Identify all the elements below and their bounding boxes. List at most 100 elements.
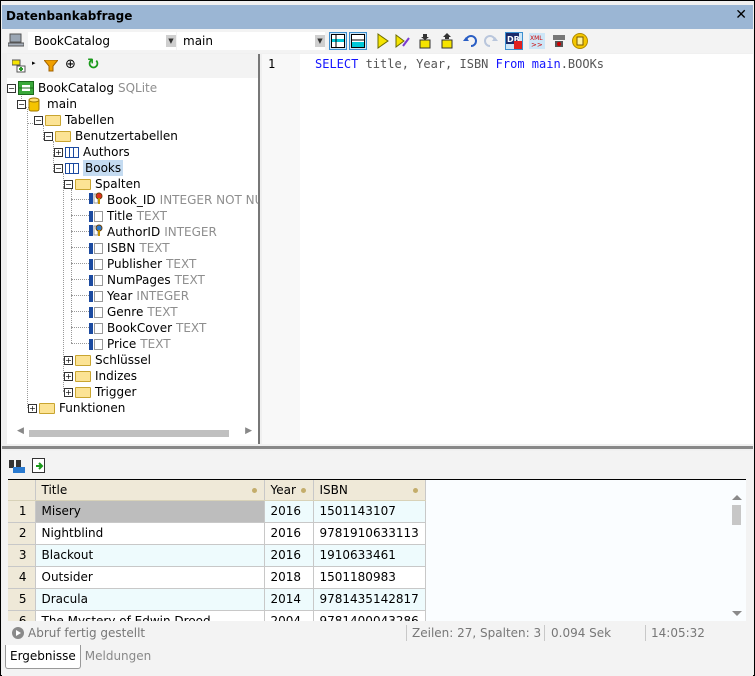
sort-indicator-icon[interactable] (412, 488, 418, 493)
tree-node-column[interactable]: AuthorID INTEGER (89, 224, 217, 240)
import-sql-button[interactable] (416, 32, 434, 50)
row-number[interactable]: 5 (8, 588, 36, 611)
pane-splitter[interactable] (2, 446, 753, 449)
tree-node-schema[interactable]: − main (17, 96, 77, 112)
connection-icon[interactable] (8, 33, 24, 47)
collapse-icon[interactable]: − (17, 99, 26, 109)
tree-node-user-tables[interactable]: − Benutzertabellen (44, 128, 178, 144)
cell-isbn[interactable]: 1501180983 (313, 566, 426, 589)
close-icon[interactable]: ✕ (735, 7, 747, 23)
filter-icon[interactable] (44, 60, 58, 72)
chevron-down-icon[interactable]: ▼ (166, 35, 176, 47)
redo-button[interactable] (482, 32, 500, 50)
scroll-right-icon[interactable]: ▶ (245, 426, 252, 436)
tree-node-columns-folder[interactable]: − Spalten (64, 176, 141, 192)
cell-year[interactable]: 2004 (264, 610, 314, 621)
tree-node-column[interactable]: ISBN TEXT (89, 240, 170, 256)
chevron-down-icon[interactable]: ▼ (315, 35, 325, 47)
collapse-icon[interactable]: − (7, 83, 16, 93)
scroll-down-icon[interactable] (732, 611, 742, 616)
find-icon[interactable] (8, 458, 26, 474)
tree-node-triggers-folder[interactable]: + Trigger (64, 384, 136, 400)
column-header-year[interactable]: Year (264, 480, 314, 501)
column-header-title[interactable]: Title (35, 480, 265, 501)
tree-node-column[interactable]: Book_IDINTEGER NOT NULL (89, 192, 258, 208)
cell-year[interactable]: 2018 (264, 566, 314, 589)
sort-indicator-icon[interactable] (251, 488, 257, 493)
tree-node-column[interactable]: BookCover TEXT (89, 320, 206, 336)
tree-node-column[interactable]: Publisher TEXT (89, 256, 196, 272)
xml-button[interactable]: XML >> (528, 32, 546, 50)
tree-node-column[interactable]: Year INTEGER (89, 288, 189, 304)
expand-icon[interactable]: + (54, 147, 63, 157)
expand-icon[interactable]: + (64, 355, 73, 365)
collapse-icon[interactable]: − (54, 163, 63, 173)
tree-horizontal-scrollbar[interactable]: ◀ ▶ (17, 426, 252, 438)
tree-node-tables-folder[interactable]: − Tabellen (34, 112, 114, 128)
expand-icon[interactable]: + (64, 371, 73, 381)
tree-node-table-books[interactable]: − Books (54, 160, 124, 176)
row-number[interactable]: 1 (8, 500, 36, 523)
collapse-icon[interactable]: − (64, 179, 73, 189)
table-row[interactable]: 3 Blackout 2016 1910633461 (8, 544, 426, 567)
table-row[interactable]: 6 The Mystery of Edwin Drood 2004 978140004… (8, 610, 426, 621)
table-row[interactable]: 4 Outsider 2018 1501180983 (8, 566, 426, 589)
cell-title[interactable]: Nightblind (35, 522, 265, 545)
dropdown-arrow-icon[interactable]: ▸ (32, 59, 36, 67)
cell-title[interactable]: Blackout (35, 544, 265, 567)
scrollbar-thumb[interactable] (732, 505, 741, 525)
tree-node-column[interactable]: Price TEXT (89, 336, 171, 352)
collapse-icon[interactable]: − (34, 115, 43, 125)
options-button[interactable] (550, 32, 568, 50)
cell-year[interactable]: 2014 (264, 588, 314, 611)
execute-for-edit-button[interactable] (394, 32, 412, 50)
tree-node-keys-folder[interactable]: + Schlüssel (64, 352, 151, 368)
refresh-icon[interactable]: ↻ (87, 55, 100, 73)
cell-isbn[interactable]: 1910633461 (313, 544, 426, 567)
row-number[interactable]: 6 (8, 610, 36, 621)
cell-title[interactable]: Dracula (35, 588, 265, 611)
sql-editor[interactable]: 1 SELECT title, Year, ISBN From main.BOO… (262, 54, 753, 444)
layout-editor-bottom-button[interactable] (349, 32, 367, 50)
tree-node-indexes-folder[interactable]: + Indizes (64, 368, 137, 384)
expand-icon[interactable]: + (64, 387, 73, 397)
row-number[interactable]: 4 (8, 566, 36, 589)
cell-year[interactable]: 2016 (264, 544, 314, 567)
tree-node-table-authors[interactable]: + Authors (54, 144, 130, 160)
row-number[interactable]: 3 (8, 544, 36, 567)
table-row[interactable]: 2 Nightblind 2016 9781910633113 (8, 522, 426, 545)
cell-year[interactable]: 2016 (264, 500, 314, 523)
schema-select[interactable]: main ▼ (177, 32, 325, 50)
scroll-left-icon[interactable]: ◀ (17, 426, 24, 436)
sql-code-line[interactable]: SELECT title, Year, ISBN From main.BOOKs (315, 57, 604, 71)
export-sql-button[interactable] (438, 32, 456, 50)
execute-button[interactable] (374, 32, 392, 50)
cell-isbn[interactable]: 9781435142817 (313, 588, 426, 611)
export-button[interactable] (571, 32, 589, 50)
layout-editor-top-button[interactable] (329, 32, 347, 50)
tree-node-functions-folder[interactable]: + Funktionen (28, 400, 125, 416)
row-number[interactable]: 2 (8, 522, 36, 545)
tab-messages[interactable]: Meldungen (81, 645, 156, 669)
cell-isbn[interactable]: 9781910633113 (313, 522, 426, 545)
cell-year[interactable]: 2016 (264, 522, 314, 545)
tab-results[interactable]: Ergebnisse (5, 645, 81, 669)
results-vertical-scrollbar[interactable] (730, 480, 744, 621)
sort-indicator-icon[interactable] (300, 488, 306, 493)
cell-isbn[interactable]: 9781400043286 (313, 610, 426, 621)
cell-title[interactable]: Outsider (35, 566, 265, 589)
undo-button[interactable] (461, 32, 479, 50)
table-row[interactable]: 5 Dracula 2014 9781435142817 (8, 588, 426, 611)
scrollbar-thumb[interactable] (29, 430, 229, 437)
cell-title[interactable]: The Mystery of Edwin Drood (35, 610, 265, 621)
column-header-isbn[interactable]: ISBN (313, 480, 426, 501)
table-row[interactable]: 1 Misery 2016 1501143107 (8, 500, 426, 523)
db-stop-button[interactable]: DB (505, 32, 523, 50)
collapse-icon[interactable]: − (44, 131, 53, 141)
cell-title[interactable]: Misery (35, 500, 265, 523)
cell-isbn[interactable]: 1501143107 (313, 500, 426, 523)
datasource-select[interactable]: BookCatalog ▼ (28, 32, 176, 50)
tree-node-column[interactable]: Title TEXT (89, 208, 167, 224)
expand-icon[interactable]: + (28, 403, 37, 413)
add-object-icon[interactable] (12, 59, 28, 73)
